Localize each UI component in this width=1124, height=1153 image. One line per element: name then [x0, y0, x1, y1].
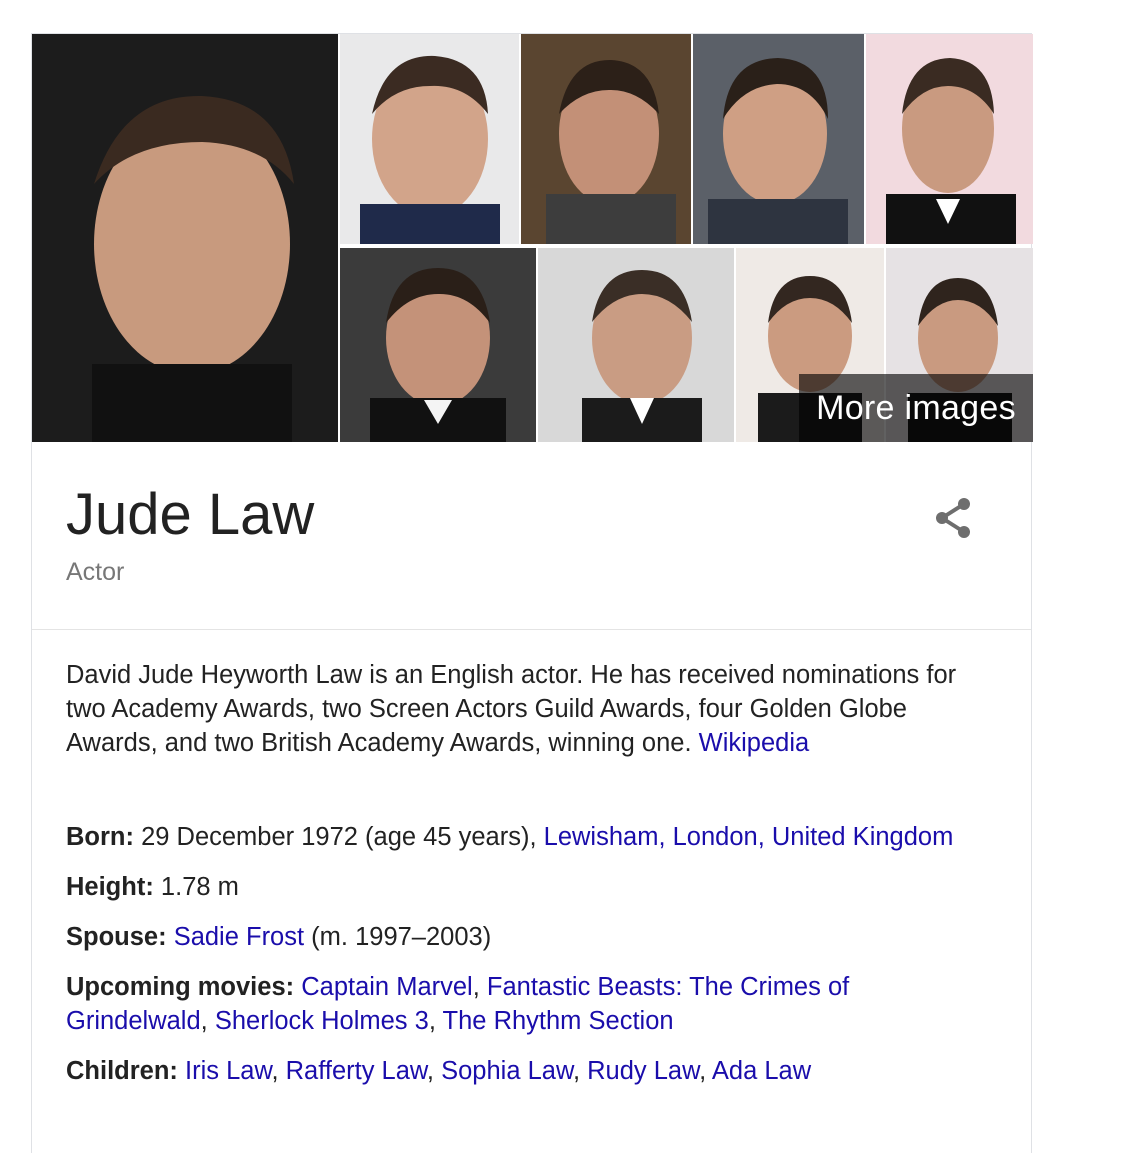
fact-born: Born: 29 December 1972 (age 45 years), L… [66, 820, 986, 854]
birthplace-link[interactable]: Lewisham, London, United Kingdom [544, 823, 954, 851]
description-text: David Jude Heyworth Law is an English ac… [66, 661, 957, 757]
child-link[interactable]: Rudy Law [587, 1057, 699, 1085]
facts-list: Born: 29 December 1972 (age 45 years), L… [66, 820, 986, 1104]
spouse-link[interactable]: Sadie Frost [174, 923, 304, 951]
fact-value: (m. 1997–2003) [311, 923, 492, 951]
movie-link[interactable]: The Rhythm Section [443, 1007, 674, 1035]
wikipedia-link[interactable]: Wikipedia [699, 729, 810, 757]
more-images-button[interactable]: More images [799, 374, 1033, 442]
fact-label: Upcoming movies: [66, 973, 295, 1001]
fact-label: Spouse: [66, 923, 167, 951]
photo-2[interactable] [340, 34, 519, 244]
photo-5[interactable] [866, 34, 1033, 244]
fact-height: Height: 1.78 m [66, 870, 986, 904]
entity-subtitle: Actor [66, 558, 125, 586]
child-link[interactable]: Sophia Law [441, 1057, 573, 1085]
more-images-label: More images [816, 388, 1016, 427]
fact-label: Children: [66, 1057, 178, 1085]
fact-spouse: Spouse: Sadie Frost (m. 1997–2003) [66, 920, 986, 954]
child-link[interactable]: Ada Law [712, 1057, 811, 1085]
entity-name: Jude Law [66, 482, 315, 547]
photo-3[interactable] [521, 34, 691, 244]
fact-upcoming-movies: Upcoming movies: Captain Marvel, Fantast… [66, 973, 850, 1035]
movie-link[interactable]: Captain Marvel [301, 973, 473, 1001]
fact-label: Born: [66, 823, 134, 851]
child-link[interactable]: Iris Law [185, 1057, 271, 1085]
photo-6[interactable] [340, 248, 536, 442]
entity-header: Jude Law Actor [66, 474, 314, 587]
divider [32, 629, 1031, 630]
fact-children: Children: Iris Law, Rafferty Law, Sophia… [66, 1057, 812, 1085]
movie-link[interactable]: Sherlock Holmes 3 [215, 1007, 429, 1035]
description: David Jude Heyworth Law is an English ac… [66, 658, 986, 760]
share-icon[interactable] [930, 494, 978, 542]
main-photo[interactable] [32, 34, 338, 442]
child-link[interactable]: Rafferty Law [286, 1057, 427, 1085]
photo-4[interactable] [693, 34, 864, 244]
photo-7[interactable] [538, 248, 734, 442]
knowledge-panel: More images Jude Law Actor David Jude He… [31, 33, 1033, 1153]
fact-value: 29 December 1972 (age 45 years), [141, 823, 537, 851]
fact-value: 1.78 m [160, 873, 239, 901]
fact-label: Height: [66, 873, 154, 901]
